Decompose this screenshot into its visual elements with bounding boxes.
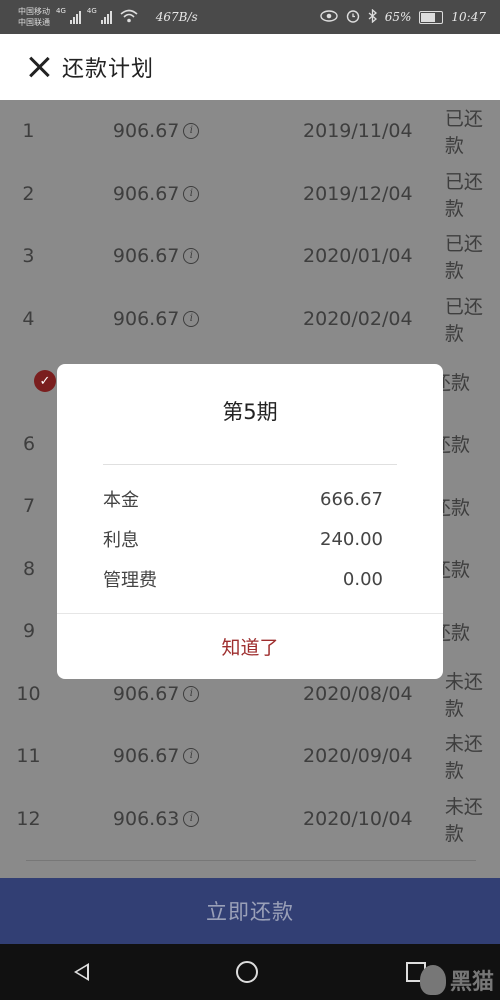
installment-number: 4: [22, 307, 35, 330]
repayment-status: 未还款: [444, 670, 483, 720]
status-bar: 中国移动 中国联通 4G 4G 467B/s 65% 10:47: [0, 0, 500, 34]
due-date: 2020/09/04: [303, 745, 413, 768]
amount-value: 906.67: [112, 745, 180, 768]
table-row[interactable]: 3 906.67 i 2020/01/04 已还款: [0, 225, 500, 288]
installment-detail-dialog: 第5期 本金 666.67 利息 240.00 管理费 0.00 知道了: [57, 364, 443, 679]
repayment-status: 未还款: [444, 795, 483, 845]
app-header: 还款计划: [0, 34, 500, 100]
table-row[interactable]: 11 906.67 i 2020/09/04 未还款: [0, 725, 500, 788]
detail-row-fee: 管理费 0.00: [57, 559, 443, 599]
info-icon[interactable]: i: [183, 185, 200, 202]
got-it-button[interactable]: 知道了: [57, 614, 443, 679]
info-icon[interactable]: i: [183, 810, 200, 827]
installment-amount: 906.67 i: [113, 183, 229, 205]
installment-amount: 906.67 i: [113, 245, 229, 267]
detail-value: 240.00: [320, 528, 383, 550]
due-date: 2019/11/04: [303, 120, 413, 143]
amount-value: 906.67: [112, 245, 180, 268]
table-row[interactable]: 4 906.67 i 2020/02/04 已还款: [0, 288, 500, 351]
signal-icon-2: [100, 10, 112, 24]
detail-value: 666.67: [320, 488, 383, 510]
carrier-1: 中国移动: [18, 7, 50, 16]
close-icon[interactable]: [28, 56, 50, 78]
installment-amount: 906.67 i: [113, 308, 229, 330]
dialog-divider: [103, 464, 397, 465]
signal-icon: [69, 10, 81, 24]
due-date: 2020/02/04: [303, 307, 413, 330]
installment-number: 6: [22, 432, 36, 455]
carrier-2: 中国联通: [18, 18, 50, 27]
amount-value: 906.67: [112, 682, 180, 705]
battery-icon: [419, 10, 444, 24]
installment-number: 1: [22, 120, 35, 143]
detail-label: 利息: [103, 530, 139, 551]
info-icon[interactable]: i: [183, 310, 200, 327]
repayment-status: 已还款: [444, 108, 483, 158]
installment-number: 11: [16, 745, 41, 768]
alarm-icon: [346, 9, 360, 26]
installment-number: 2: [22, 182, 35, 205]
network-type-2: 4G: [86, 7, 97, 15]
repayment-status: 已还款: [444, 233, 483, 283]
installment-number: 3: [22, 245, 35, 268]
amount-value: 906.63: [112, 807, 180, 830]
divider: [26, 860, 476, 861]
detail-list: 本金 666.67 利息 240.00 管理费 0.00: [57, 479, 443, 599]
repayment-status: 已还款: [444, 170, 483, 220]
network-speed: 467B/s: [155, 10, 198, 24]
due-date: 2020/10/04: [303, 807, 413, 830]
installment-amount: 906.63 i: [113, 808, 229, 830]
watermark: 黑猫: [419, 964, 494, 996]
detail-value: 0.00: [342, 568, 383, 590]
wifi-icon: [120, 9, 138, 26]
detail-label: 管理费: [103, 570, 157, 591]
info-icon[interactable]: i: [183, 685, 200, 702]
repayment-status: 未还款: [444, 733, 483, 783]
bluetooth-icon: [368, 8, 377, 26]
selected-check-icon: ✓: [34, 370, 56, 393]
carrier-names: 中国移动 中国联通: [18, 6, 50, 28]
installment-number: 7: [22, 495, 36, 518]
amount-value: 906.67: [112, 307, 180, 330]
pay-now-button[interactable]: 立即还款: [0, 878, 500, 944]
table-row[interactable]: 12 906.63 i 2020/10/04 未还款: [0, 788, 500, 851]
network-type-1: 4G: [56, 7, 66, 15]
clock: 10:47: [451, 10, 486, 24]
installment-number: 12: [16, 807, 41, 830]
installment-amount: 906.67 i: [113, 745, 229, 767]
detail-row-principal: 本金 666.67: [57, 479, 443, 519]
info-icon[interactable]: i: [183, 123, 200, 140]
cat-logo-icon: [419, 965, 446, 995]
due-date: 2019/12/04: [303, 182, 413, 205]
due-date: 2020/01/04: [303, 245, 413, 268]
table-row[interactable]: 1 906.67 i 2019/11/04 已还款: [0, 100, 500, 163]
watermark-text: 黑猫: [449, 970, 494, 995]
back-icon[interactable]: [73, 963, 89, 981]
installment-number: 10: [16, 682, 41, 705]
battery-percent: 65%: [384, 10, 412, 24]
page-title: 还款计划: [62, 57, 155, 82]
repayment-status: 已还款: [444, 295, 483, 345]
dialog-title: 第5期: [222, 400, 278, 424]
due-date: 2020/08/04: [303, 682, 413, 705]
detail-row-interest: 利息 240.00: [57, 519, 443, 559]
installment-amount: 906.67 i: [113, 120, 229, 142]
detail-label: 本金: [103, 490, 139, 511]
installment-number: 8: [22, 557, 36, 580]
table-row[interactable]: 2 906.67 i 2019/12/04 已还款: [0, 163, 500, 226]
amount-value: 906.67: [112, 120, 180, 143]
installment-amount: 906.67 i: [113, 683, 229, 705]
eye-icon: [320, 9, 338, 25]
info-icon[interactable]: i: [183, 748, 200, 765]
home-icon[interactable]: [236, 961, 259, 983]
amount-value: 906.67: [112, 182, 180, 205]
info-icon[interactable]: i: [183, 248, 200, 265]
installment-number: 9: [22, 620, 36, 643]
